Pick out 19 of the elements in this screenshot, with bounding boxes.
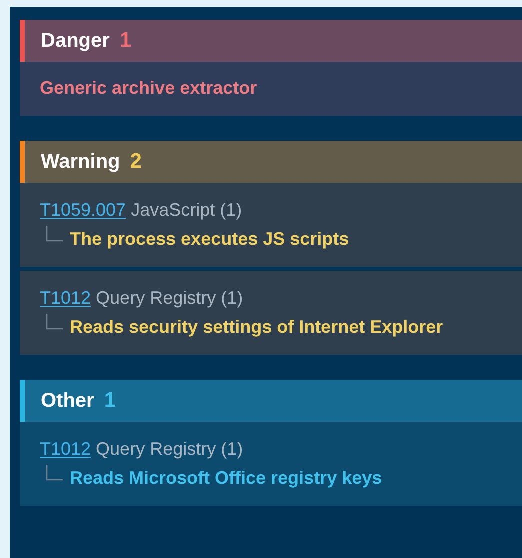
signature-text: Generic archive extractor xyxy=(40,78,258,98)
technique-link[interactable]: T1059.007 xyxy=(40,199,126,221)
section-title: Other xyxy=(41,390,94,412)
technique-name: JavaScript (1) xyxy=(131,199,242,221)
tree-branch-icon xyxy=(46,314,64,330)
technique-name: Query Registry (1) xyxy=(96,287,244,309)
tree-branch-icon xyxy=(46,226,64,242)
technique-link[interactable]: T1012 xyxy=(40,438,92,460)
signature-text: Reads Microsoft Office registry keys xyxy=(70,468,382,489)
section-title: Warning xyxy=(41,150,120,174)
signature-text: The process executes JS scripts xyxy=(70,229,350,250)
section-count: 2 xyxy=(130,150,142,174)
section-count: 1 xyxy=(104,389,116,413)
section-title: Danger xyxy=(41,30,110,52)
technique-link[interactable]: T1012 xyxy=(40,287,92,309)
technique-name: Query Registry (1) xyxy=(96,438,244,460)
signature-text: Reads security settings of Internet Explorer xyxy=(70,317,444,338)
section-count: 1 xyxy=(120,29,132,53)
tree-branch-icon xyxy=(46,464,64,480)
